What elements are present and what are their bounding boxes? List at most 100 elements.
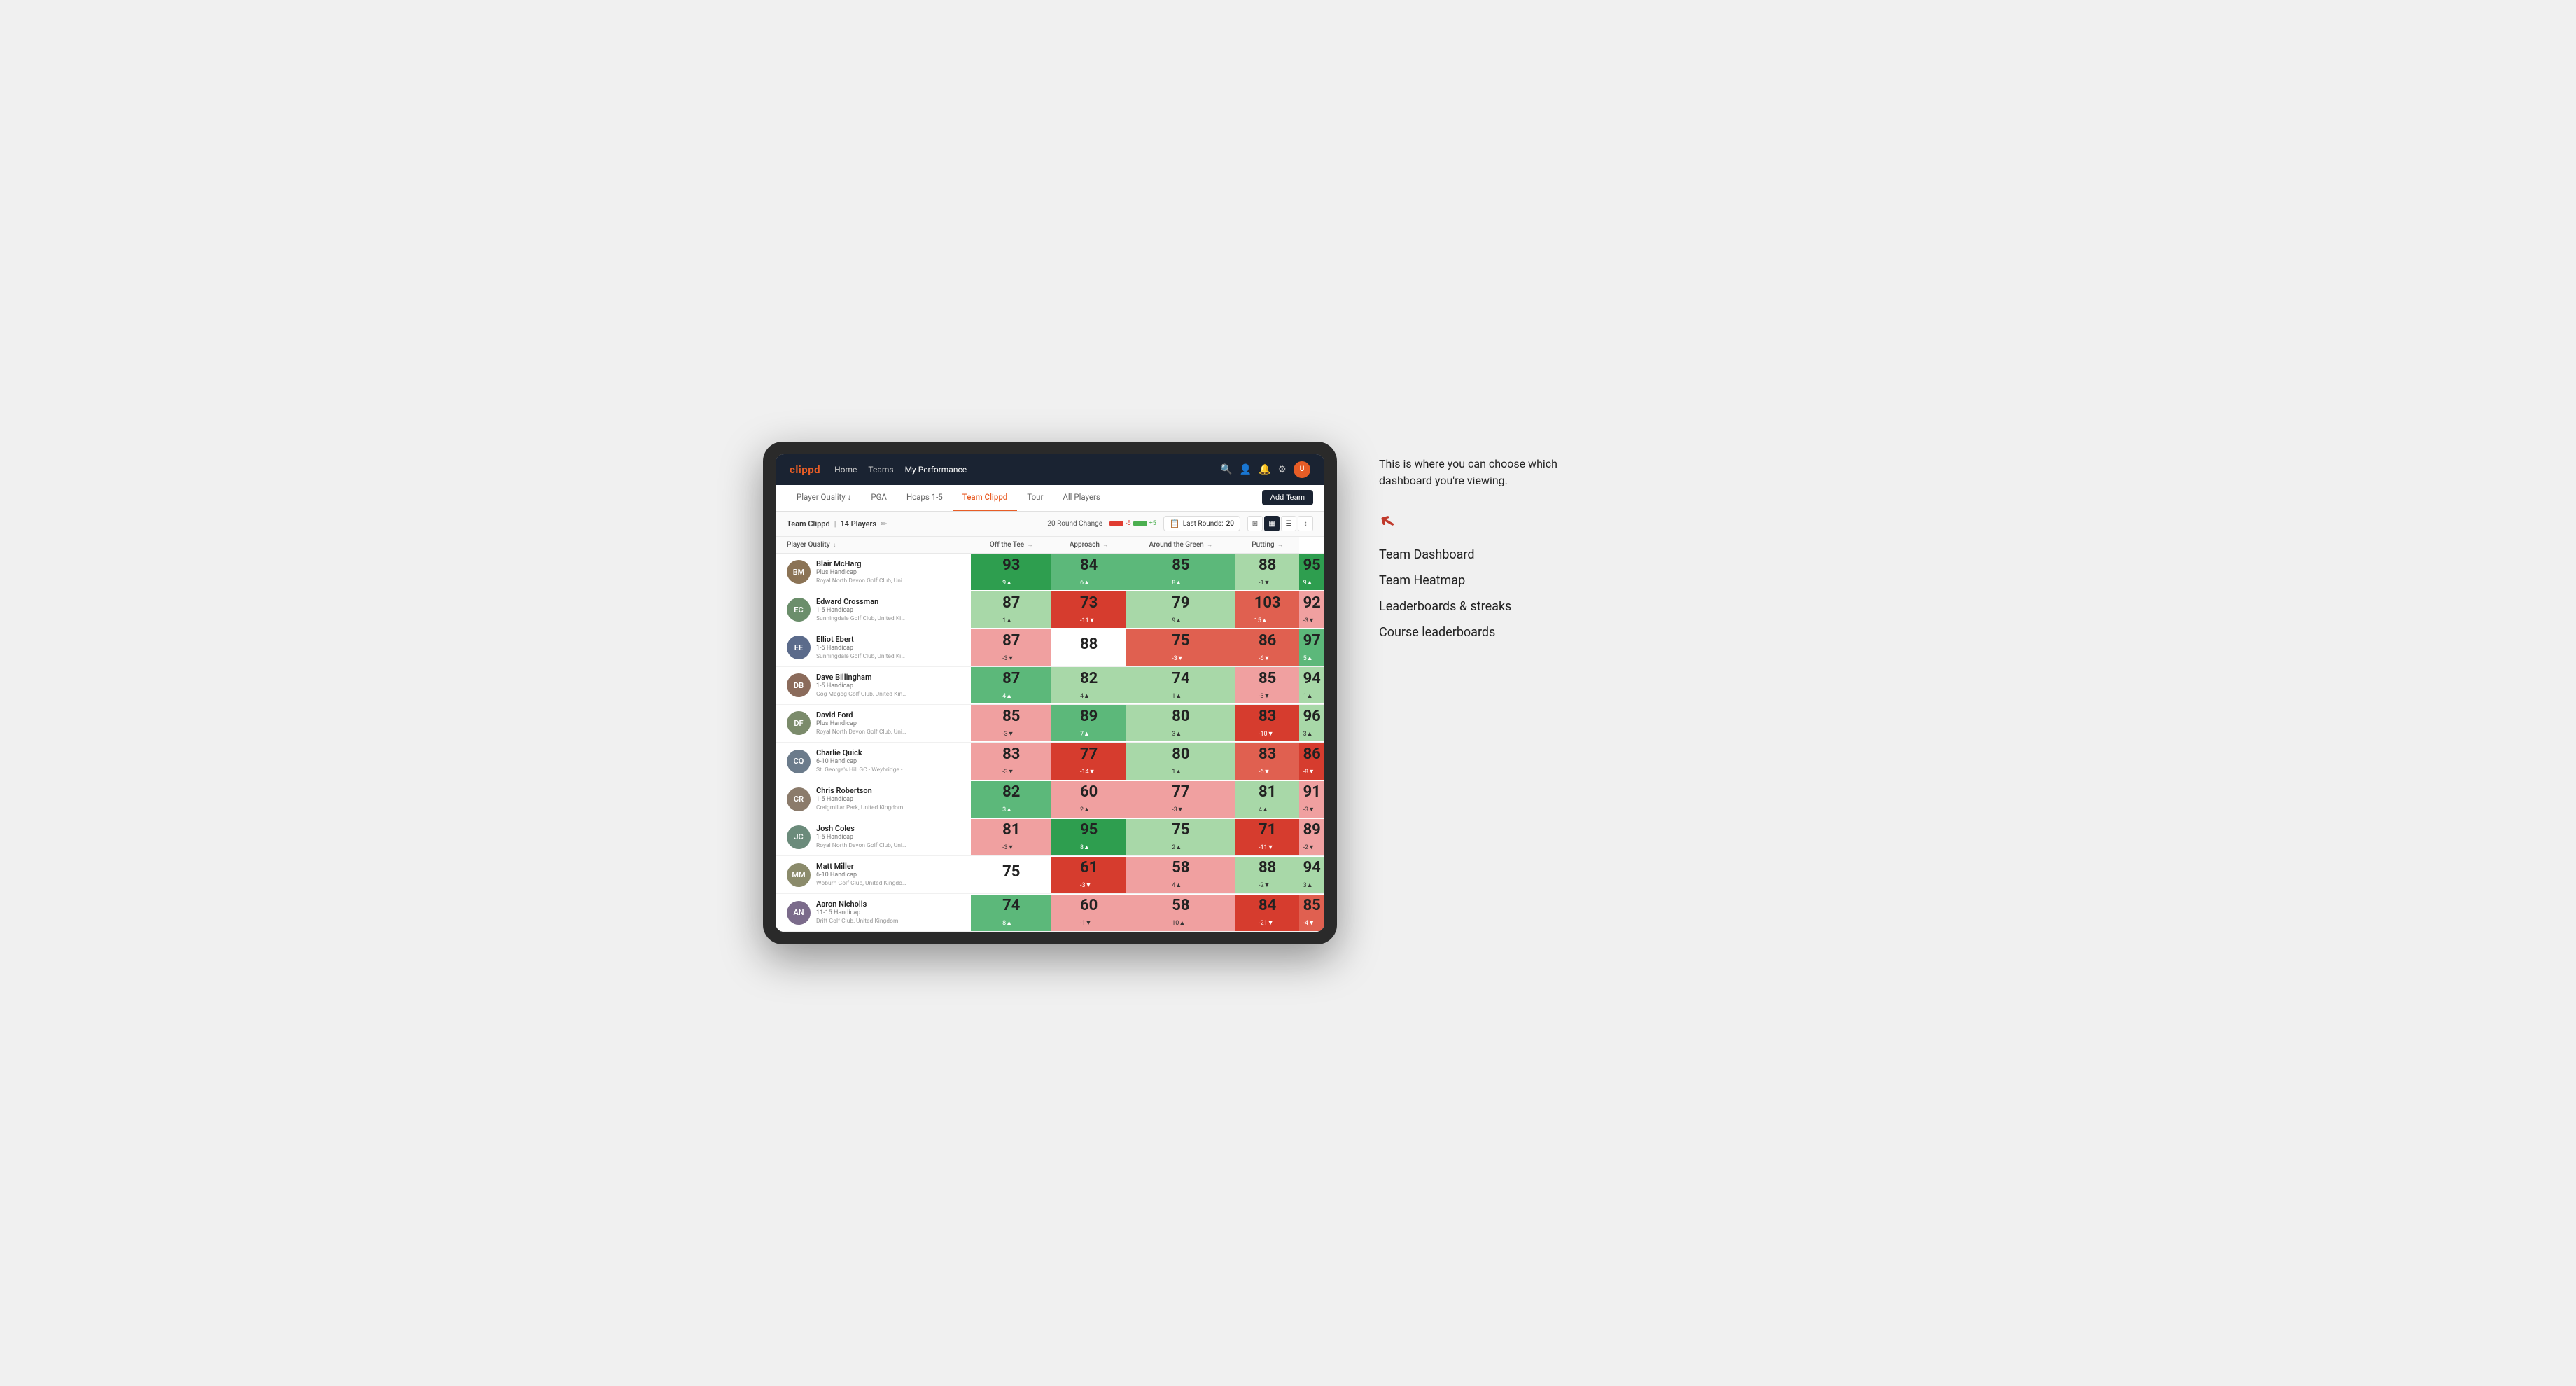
score-cell[interactable]: 96 3▲ (1299, 704, 1324, 742)
score-cell[interactable]: 89 7▲ (1051, 704, 1126, 742)
tab-hcaps[interactable]: Hcaps 1-5 (897, 485, 953, 511)
score-cell[interactable]: 80 3▲ (1126, 704, 1236, 742)
score-cell[interactable]: 91 -3▼ (1299, 780, 1324, 818)
score-change: -3▼ (1002, 768, 1020, 776)
col-header-player[interactable]: Player Quality ↓ (776, 537, 971, 554)
nav-link-home[interactable]: Home (834, 462, 857, 477)
player-cell-1[interactable]: EC Edward Crossman 1-5 Handicap Sunningd… (776, 591, 971, 629)
score-cell[interactable]: 82 4▲ (1051, 666, 1126, 704)
player-avatar: EC (787, 598, 811, 622)
score-cell[interactable]: 97 5▲ (1299, 629, 1324, 666)
score-cell[interactable]: 84 6▲ (1051, 553, 1126, 591)
score-cell[interactable]: 77 -14▼ (1051, 743, 1126, 780)
score-cell[interactable]: 94 1▲ (1299, 666, 1324, 704)
score-cell[interactable]: 88 -2▼ (1236, 856, 1299, 894)
score-value: 80 (1172, 747, 1189, 762)
score-cell[interactable]: 58 10▲ (1126, 894, 1236, 932)
score-cell[interactable]: 83 -3▼ (971, 743, 1051, 780)
score-cell[interactable]: 93 9▲ (971, 553, 1051, 591)
tab-team-clippd[interactable]: Team Clippd (953, 485, 1017, 511)
player-cell-3[interactable]: DB Dave Billingham 1-5 Handicap Gog Mago… (776, 666, 971, 704)
nav-link-my-performance[interactable]: My Performance (905, 462, 967, 477)
score-cell[interactable]: 87 4▲ (971, 666, 1051, 704)
score-cell[interactable]: 75 (971, 856, 1051, 894)
player-cell-2[interactable]: EE Elliot Ebert 1-5 Handicap Sunningdale… (776, 629, 971, 666)
score-value: 77 (1080, 747, 1098, 762)
score-box: 93 9▲ (971, 554, 1051, 590)
heatmap-view-button[interactable]: ▦ (1264, 516, 1280, 531)
settings-view-button[interactable]: ↕ (1298, 516, 1313, 531)
score-cell[interactable]: 86 -8▼ (1299, 743, 1324, 780)
col-header-around-green[interactable]: Around the Green → (1126, 537, 1236, 554)
score-box: 85 -4▼ (1299, 895, 1324, 931)
tab-all-players[interactable]: All Players (1053, 485, 1110, 511)
score-cell[interactable]: 94 3▲ (1299, 856, 1324, 894)
score-cell[interactable]: 80 1▲ (1126, 743, 1236, 780)
add-team-button[interactable]: Add Team (1262, 490, 1313, 505)
player-cell-7[interactable]: JC Josh Coles 1-5 Handicap Royal North D… (776, 818, 971, 856)
score-cell[interactable]: 86 -6▼ (1236, 629, 1299, 666)
score-cell[interactable]: 81 -3▼ (971, 818, 1051, 856)
player-cell-0[interactable]: BM Blair McHarg Plus Handicap Royal Nort… (776, 553, 971, 591)
last-rounds-button[interactable]: 📋 Last Rounds: 20 (1163, 516, 1240, 531)
score-cell[interactable]: 61 -3▼ (1051, 856, 1126, 894)
score-cell[interactable]: 92 -3▼ (1299, 591, 1324, 629)
score-box: 77 -14▼ (1051, 743, 1126, 780)
col-header-putting[interactable]: Putting → (1236, 537, 1299, 554)
score-cell[interactable]: 87 -3▼ (971, 629, 1051, 666)
score-cell[interactable]: 82 3▲ (971, 780, 1051, 818)
list-view-button[interactable]: ☰ (1281, 516, 1296, 531)
score-cell[interactable]: 88 -1▼ (1236, 553, 1299, 591)
annotation-list: Team DashboardTeam HeatmapLeaderboards &… (1379, 547, 1813, 640)
profile-icon[interactable]: 👤 (1240, 464, 1252, 475)
score-cell[interactable]: 83 -10▼ (1236, 704, 1299, 742)
score-cell[interactable]: 81 4▲ (1236, 780, 1299, 818)
avatar[interactable]: U (1294, 461, 1310, 478)
score-cell[interactable]: 103 15▲ (1236, 591, 1299, 629)
score-cell[interactable]: 84 -21▼ (1236, 894, 1299, 932)
score-cell[interactable]: 88 (1051, 629, 1126, 666)
score-cell[interactable]: 58 4▲ (1126, 856, 1236, 894)
score-cell[interactable]: 95 9▲ (1299, 553, 1324, 591)
tab-pga[interactable]: PGA (861, 485, 897, 511)
edit-icon[interactable]: ✏ (881, 519, 887, 528)
score-cell[interactable]: 71 -11▼ (1236, 818, 1299, 856)
score-cell[interactable]: 83 -6▼ (1236, 743, 1299, 780)
nav-link-teams[interactable]: Teams (868, 462, 893, 477)
score-cell[interactable]: 85 -3▼ (971, 704, 1051, 742)
player-cell-9[interactable]: AN Aaron Nicholls 11-15 Handicap Drift G… (776, 894, 971, 932)
score-cell[interactable]: 73 -11▼ (1051, 591, 1126, 629)
score-cell[interactable]: 87 1▲ (971, 591, 1051, 629)
score-cell[interactable]: 75 -3▼ (1126, 629, 1236, 666)
col-header-approach[interactable]: Approach → (1051, 537, 1126, 554)
score-cell[interactable]: 74 8▲ (971, 894, 1051, 932)
score-cell[interactable]: 85 8▲ (1126, 553, 1236, 591)
score-cell[interactable]: 74 1▲ (1126, 666, 1236, 704)
player-cell-6[interactable]: CR Chris Robertson 1-5 Handicap Craigmil… (776, 780, 971, 818)
score-cell[interactable]: 79 9▲ (1126, 591, 1236, 629)
score-cell[interactable]: 89 -2▼ (1299, 818, 1324, 856)
bell-icon[interactable]: 🔔 (1259, 464, 1270, 475)
score-value: 83 (1259, 709, 1276, 724)
settings-icon[interactable]: ⚙ (1278, 464, 1287, 475)
score-change: 6▲ (1080, 579, 1098, 587)
score-cell[interactable]: 85 -3▼ (1236, 666, 1299, 704)
grid-view-button[interactable]: ⊞ (1247, 516, 1263, 531)
tab-pgat-players[interactable]: Player Quality ↓ (787, 485, 861, 511)
score-cell[interactable]: 75 2▲ (1126, 818, 1236, 856)
player-avatar: EE (787, 636, 811, 659)
player-cell-4[interactable]: DF David Ford Plus Handicap Royal North … (776, 704, 971, 742)
score-value: 86 (1303, 747, 1321, 762)
search-icon[interactable]: 🔍 (1220, 464, 1232, 475)
score-cell[interactable]: 77 -3▼ (1126, 780, 1236, 818)
score-cell[interactable]: 60 -1▼ (1051, 894, 1126, 932)
player-cell-8[interactable]: MM Matt Miller 6-10 Handicap Woburn Golf… (776, 856, 971, 894)
score-cell[interactable]: 60 2▲ (1051, 780, 1126, 818)
tab-tour[interactable]: Tour (1017, 485, 1053, 511)
col-header-off-tee[interactable]: Off the Tee → (971, 537, 1051, 554)
score-cell[interactable]: 95 8▲ (1051, 818, 1126, 856)
player-handicap: 6-10 Handicap (816, 872, 964, 880)
player-cell-5[interactable]: CQ Charlie Quick 6-10 Handicap St. Georg… (776, 743, 971, 780)
nav-links: Home Teams My Performance (834, 462, 1206, 477)
score-cell[interactable]: 85 -4▼ (1299, 894, 1324, 932)
